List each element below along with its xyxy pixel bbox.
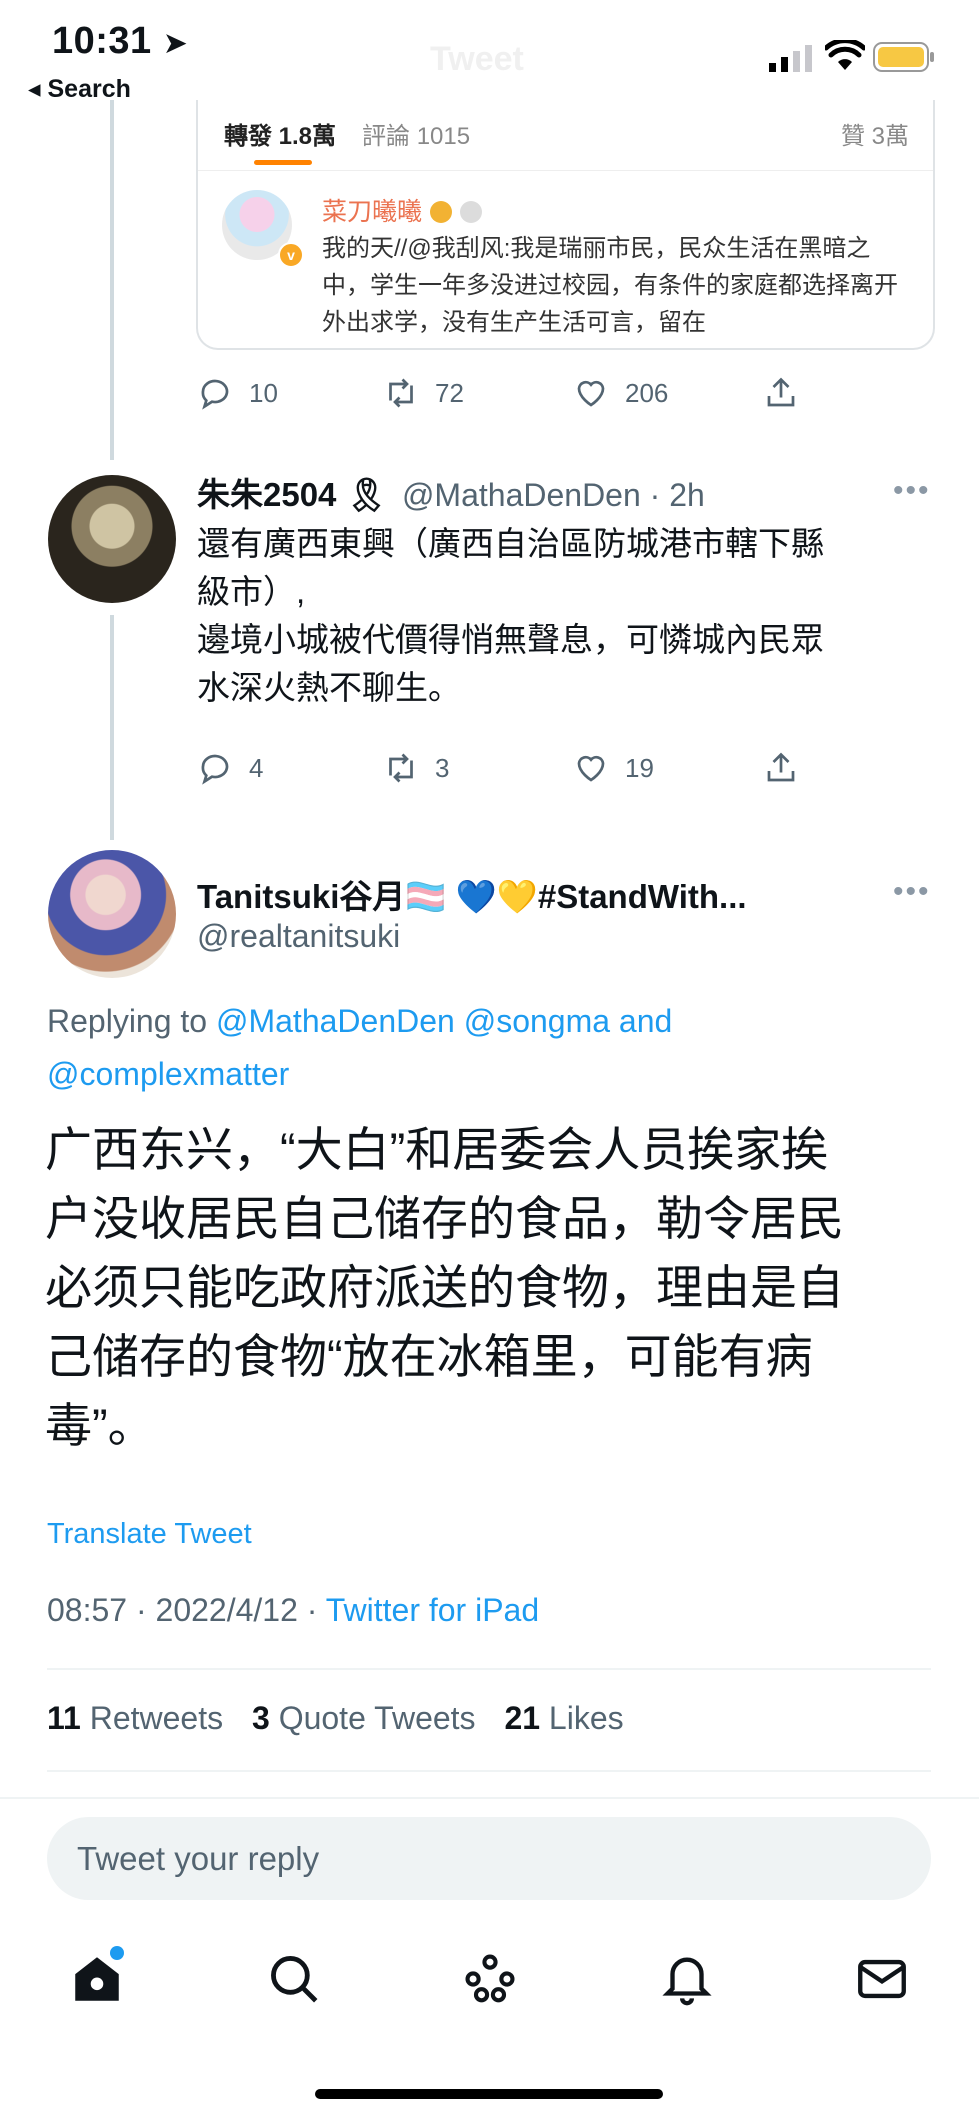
spaces-icon (465, 1954, 515, 2003)
signal-icon (769, 44, 815, 77)
retweet-icon (389, 378, 413, 408)
handle[interactable]: @MathaDenDen · 2h (402, 477, 705, 513)
likes-count[interactable]: 21 (504, 1700, 540, 1736)
retweets-count[interactable]: 11 (47, 1700, 81, 1736)
share-button[interactable] (763, 750, 799, 786)
badge-icon (430, 201, 453, 223)
page-title: Tweet (430, 40, 524, 78)
tweet-stats: 11 Retweets 3 Quote Tweets 21 Likes (47, 1700, 644, 1737)
mention-link[interactable]: @MathaDenDen @songma (216, 1003, 610, 1039)
reply-icon (201, 379, 229, 410)
notifications-icon (662, 1957, 712, 2006)
tweet-text: 還有廣西東興（廣西自治區防城港市轄下縣 級市）, 邊境小城被代價得悄無聲息，可憐… (197, 525, 824, 706)
weibo-tab-underline (254, 160, 312, 165)
more-icon[interactable]: ••• (893, 474, 931, 508)
verified-badge-icon: v (278, 242, 304, 268)
reply-button[interactable]: 4 (197, 750, 263, 786)
tab-notifications[interactable] (658, 1950, 716, 2013)
quotes-count[interactable]: 3 (252, 1700, 270, 1736)
replying-to: Replying to @MathaDenDen @songma and @co… (47, 1003, 673, 1092)
tab-search[interactable] (265, 1950, 323, 2013)
like-button[interactable]: 19 (573, 750, 654, 786)
weibo-tab-comments: 評論 1015 (362, 123, 471, 150)
share-icon (767, 377, 795, 407)
retweet-button[interactable]: 72 (383, 375, 464, 411)
display-name[interactable]: 朱朱2504 🎗 (197, 476, 387, 513)
share-icon (767, 752, 795, 782)
divider (47, 1668, 931, 1670)
reply-button[interactable]: 10 (197, 375, 278, 411)
embedded-weibo-card[interactable]: 轉發 1.8萬 評論 1015 贊 3萬 v 菜刀曦曦 我的天//@我刮风:我是瑞… (196, 100, 935, 350)
weibo-tab-likes: 贊 3萬 (840, 123, 909, 150)
divider (0, 1797, 979, 1799)
weibo-text: 我的天//@我刮风:我是瑞丽市民，民众生活在黑暗之中，学生一年多没进过校园，有条… (322, 235, 898, 336)
notification-dot (110, 1946, 124, 1960)
source-link[interactable]: Twitter for iPad (326, 1592, 539, 1628)
likes-label[interactable]: Likes (549, 1700, 624, 1736)
retweets-label[interactable]: Retweets (90, 1700, 223, 1736)
tab-messages[interactable] (853, 1950, 911, 2013)
tab-spaces[interactable] (461, 1950, 519, 2013)
search-icon (271, 1956, 318, 2003)
home-indicator (315, 2089, 663, 2099)
reply-input[interactable]: Tweet your reply (47, 1817, 931, 1900)
tweet-header: 朱朱2504 🎗 @MathaDenDen · 2h (197, 468, 705, 516)
divider (47, 1770, 931, 1772)
share-button[interactable] (763, 375, 799, 411)
retweet-button[interactable]: 3 (383, 750, 449, 786)
avatar[interactable] (48, 850, 176, 978)
avatar[interactable] (48, 475, 176, 603)
retweet-icon (389, 753, 413, 783)
thread-line (110, 615, 114, 840)
weibo-author: 菜刀曦曦 (322, 192, 483, 228)
status-time: 10:31 ➤ (52, 20, 189, 62)
divider (198, 170, 933, 171)
mention-link[interactable]: @complexmatter (47, 1056, 289, 1092)
back-to-search[interactable]: ◂ Search (28, 74, 131, 104)
weibo-tab-retweets: 轉發 1.8萬 (224, 123, 337, 150)
handle[interactable]: @realtanitsuki (197, 918, 400, 955)
wifi-icon (823, 38, 867, 77)
translate-tweet-link[interactable]: Translate Tweet (47, 1518, 252, 1551)
heart-icon (577, 755, 605, 782)
badge-icon (460, 201, 483, 223)
tab-home[interactable] (68, 1946, 126, 2013)
quotes-label[interactable]: Quote Tweets (279, 1700, 476, 1736)
more-icon[interactable]: ••• (893, 875, 931, 909)
battery-icon (873, 42, 935, 77)
main-tweet-text: 广西东兴，“大白”和居委会人员挨家挨 户没收居民自己储存的食品，勒令居民 必须只… (45, 1123, 844, 1452)
display-name[interactable]: Tanitsuki谷月🏳️‍⚧️ 💙💛#StandWith... (197, 870, 877, 918)
heart-icon (577, 380, 605, 407)
like-button[interactable]: 206 (573, 375, 668, 411)
thread-line (110, 100, 114, 460)
messages-icon (858, 1959, 906, 1999)
reply-icon (201, 754, 229, 785)
tweet-timestamp: 08:57 · 2022/4/12 · Twitter for iPad (47, 1592, 540, 1628)
